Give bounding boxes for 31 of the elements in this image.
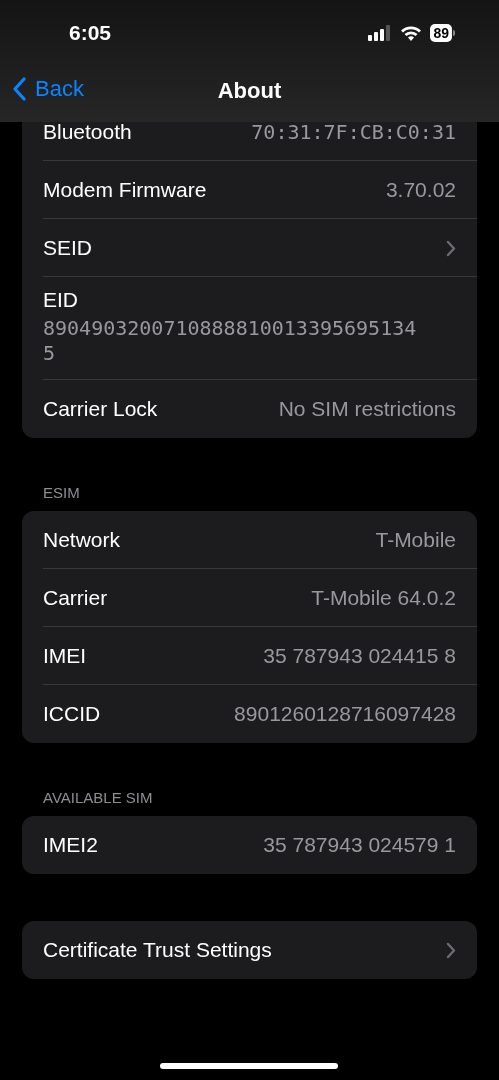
row-label: IMEI2	[43, 833, 98, 857]
section-header: ESIM	[42, 483, 81, 503]
back-button[interactable]: Back	[12, 76, 84, 102]
row-value: 35 787943 024415 8	[263, 644, 456, 668]
screen-title: About	[217, 78, 282, 104]
row-label: Network	[43, 528, 121, 552]
battery-icon: 89	[430, 24, 455, 42]
row-label[interactable]: SEID	[43, 236, 92, 260]
row-label: EID	[43, 288, 78, 312]
row-label: Carrier Lock	[43, 397, 158, 421]
row-value: No SIM restrictions	[278, 397, 456, 421]
section-header: AVAILABLE SIM	[42, 788, 154, 808]
row-value: 3.70.02	[385, 178, 456, 202]
row-label: Bluetooth	[43, 122, 132, 144]
row-value: T-Mobile 64.0.2	[311, 586, 456, 610]
wifi-icon	[400, 25, 423, 41]
row-value: 8901260128716097428	[234, 702, 456, 726]
row-value: T-Mobile	[375, 528, 456, 552]
row-label[interactable]: Certificate Trust Settings	[43, 938, 272, 962]
row-label: Carrier	[43, 586, 108, 610]
row-value: 35 787943 024579 1	[263, 833, 456, 857]
row-value: 89049032007108888100133956951345	[43, 316, 417, 366]
back-chevron-icon	[12, 77, 26, 101]
row-value: 70:31:7F:CB:C0:31	[251, 122, 456, 144]
row-label: Modem Firmware	[43, 178, 207, 202]
status-time: 6:05	[69, 21, 112, 45]
row-label: IMEI	[43, 644, 87, 668]
chevron-icon[interactable]	[446, 941, 456, 959]
chevron-icon[interactable]	[446, 239, 456, 257]
signal-icon	[368, 25, 393, 41]
row-label: ICCID	[43, 702, 101, 726]
